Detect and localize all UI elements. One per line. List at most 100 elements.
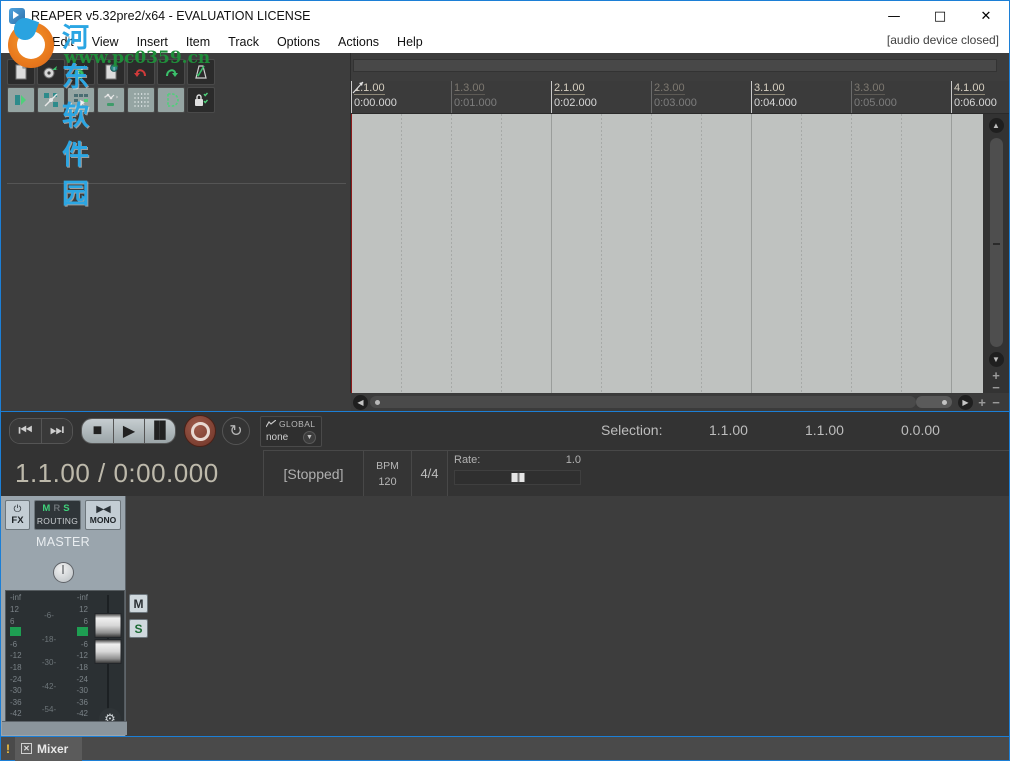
go-to-end-button[interactable]: ⏭ [41, 419, 72, 443]
redo-button[interactable] [157, 59, 185, 85]
vzoom-out-icon[interactable]: − [988, 381, 1004, 394]
hzoom-out-icon[interactable]: − [989, 395, 1003, 410]
meter-led-left [10, 627, 21, 636]
meter-scale-value: -36 [76, 697, 88, 707]
selection-length-value[interactable]: 0.0.00 [901, 422, 997, 438]
bpm-field[interactable]: BPM 120 [363, 450, 411, 496]
global-automation-mode[interactable]: GLOBAL none ▼ [260, 415, 322, 447]
mixer-empty-area[interactable] [126, 496, 1009, 736]
horizontal-scrollbar[interactable]: ◀ ▶ + − [351, 393, 1009, 411]
hscroll-track[interactable] [370, 396, 916, 408]
menu-track[interactable]: Track [219, 33, 268, 51]
ruler-time-label: 0:04.000 [754, 97, 797, 109]
master-fx-button[interactable]: ⏻ FX [5, 500, 30, 530]
timeline-marker-lane[interactable] [353, 59, 997, 72]
record-button[interactable] [184, 415, 216, 447]
hscroll-thumb-handle[interactable] [375, 400, 380, 405]
fader-thumb-upper[interactable] [94, 613, 122, 638]
timeline-ruler[interactable]: 1.1.00 0:00.000 1.3.00 0:01.000 2.1.00 0:02.0… [351, 81, 1009, 114]
menu-insert[interactable]: Insert [128, 33, 177, 51]
automation-button[interactable] [97, 87, 125, 113]
metronome-button[interactable] [187, 59, 215, 85]
close-icon[interactable]: ✕ [21, 743, 32, 754]
vertical-scrollbar[interactable]: ▲ ▼ + − [983, 114, 1009, 394]
master-mute-button[interactable]: M [129, 594, 148, 613]
dock-tab-mixer[interactable]: ✕ Mixer [15, 736, 83, 761]
ruler-time-label: 0:05.000 [854, 97, 897, 109]
chevron-down-icon[interactable]: ▼ [303, 430, 316, 444]
grid-toggle-button[interactable] [127, 87, 155, 113]
rate-slider-thumb[interactable] [510, 472, 525, 483]
envelope-button[interactable] [7, 87, 35, 113]
scroll-up-icon[interactable]: ▲ [988, 118, 1004, 133]
time-signature-field[interactable]: 4/4 [411, 450, 447, 496]
menu-item[interactable]: Item [177, 33, 219, 51]
stop-button[interactable]: ■ [82, 419, 113, 443]
rate-value[interactable]: 1.0 [566, 454, 581, 466]
hscroll-thumb-right[interactable] [916, 396, 952, 408]
selection-end-value[interactable]: 1.1.00 [805, 422, 901, 438]
bpm-label: BPM [376, 459, 399, 472]
vscroll-track[interactable] [989, 138, 1003, 347]
new-item-button[interactable]: i [97, 59, 125, 85]
repeat-button[interactable]: ↻ [222, 417, 250, 445]
play-button[interactable]: ▶ [113, 419, 144, 443]
warning-icon[interactable]: ! [1, 742, 15, 756]
grouping-button[interactable] [67, 87, 95, 113]
close-button[interactable]: ✕ [963, 1, 1009, 31]
selection-start-value[interactable]: 1.1.00 [709, 422, 805, 438]
menu-file[interactable]: File [5, 33, 43, 51]
minimize-button[interactable]: — [871, 1, 917, 31]
master-solo-button[interactable]: S [129, 619, 148, 638]
fader-thumb-lower[interactable] [94, 639, 122, 664]
horizontal-scrollbar-row: ◀ ▶ + − [1, 393, 1009, 411]
scroll-right-icon[interactable]: ▶ [958, 394, 973, 410]
hzoom-in-icon[interactable]: + [975, 395, 989, 410]
ruler-measure-label: 4.1.00 [954, 82, 985, 95]
pause-button[interactable]: ▐▌ [144, 419, 175, 443]
lock-toggle-button[interactable] [187, 87, 215, 113]
master-routing-button[interactable]: MRS ROUTING [34, 500, 81, 530]
playrate-labels: Rate: 1.0 [454, 454, 581, 466]
undo-button[interactable] [127, 59, 155, 85]
master-channel-strip: ⏻ FX MRS ROUTING ▶◀ MONO MASTER -inf 12 … [1, 496, 148, 736]
master-pan-row [5, 554, 121, 590]
grid-line [501, 114, 502, 393]
meter-scale-value: 6 [10, 616, 15, 626]
loop-toggle-button[interactable] [157, 87, 185, 113]
maximize-button[interactable]: □ [917, 1, 963, 31]
playhead-cursor [351, 114, 352, 393]
global-automation-value-row: none ▼ [266, 430, 316, 444]
grid-line [401, 114, 402, 393]
menu-view[interactable]: View [83, 33, 128, 51]
master-mono-button[interactable]: ▶◀ MONO [85, 500, 121, 530]
save-project-button[interactable]: 2 [67, 59, 95, 85]
grid-line [901, 114, 902, 393]
grid-line [851, 114, 852, 393]
track-list-empty-area[interactable] [7, 183, 346, 393]
meter-scale-value: -30 [10, 686, 22, 696]
meter-scale-value: -6 [80, 639, 88, 649]
arrange-canvas[interactable] [351, 114, 983, 393]
new-project-button[interactable] [7, 59, 35, 85]
menu-options[interactable]: Options [268, 33, 329, 51]
master-track-name[interactable]: MASTER [5, 530, 121, 554]
go-to-start-button[interactable]: ⏮ [10, 419, 41, 443]
grid-line [951, 114, 952, 393]
pan-knob[interactable] [52, 561, 74, 583]
rate-slider[interactable] [454, 470, 581, 485]
menu-help[interactable]: Help [388, 33, 432, 51]
bpm-value[interactable]: 120 [378, 476, 396, 488]
scroll-down-icon[interactable]: ▼ [988, 352, 1004, 367]
grid-line [651, 114, 652, 393]
scroll-left-icon[interactable]: ◀ [353, 394, 368, 410]
ruler-tick-line [551, 81, 552, 113]
menu-edit[interactable]: Edit [43, 33, 83, 51]
menu-actions[interactable]: Actions [329, 33, 388, 51]
open-project-button[interactable] [37, 59, 65, 85]
meter-scale-value-mid: -6- [44, 611, 54, 620]
routing-matrix-button[interactable] [37, 87, 65, 113]
playhead-position-readout[interactable]: 1.1.00 / 0:00.000 [1, 450, 263, 496]
time-signature-value[interactable]: 4/4 [420, 466, 438, 481]
vscroll-thumb[interactable] [989, 138, 1003, 347]
